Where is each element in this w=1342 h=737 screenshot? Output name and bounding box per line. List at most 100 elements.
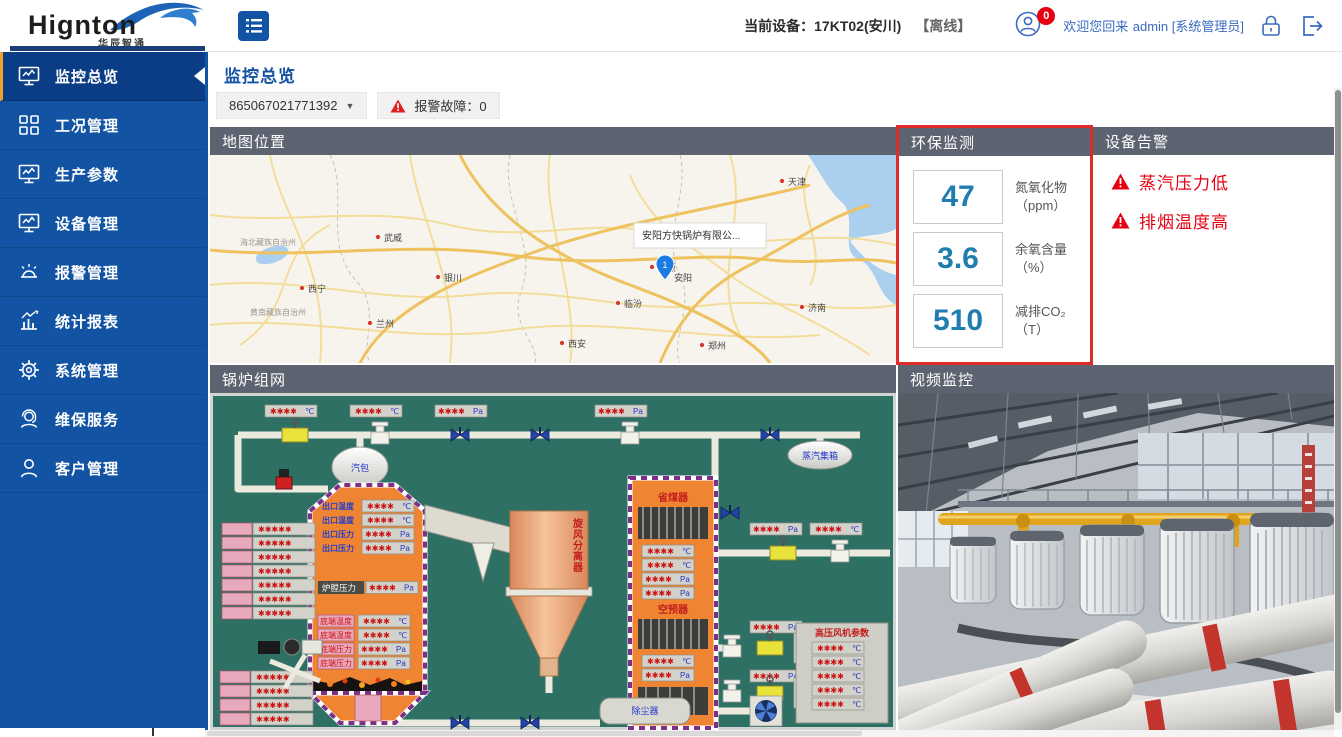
svg-text:济南: 济南 (808, 302, 826, 313)
dust-collector-label: 除尘器 (631, 705, 658, 716)
map-panel-header: 地图位置 (210, 127, 896, 155)
sidebar-item-label: 报警管理 (55, 262, 119, 283)
hamburger-icon (246, 19, 262, 33)
lock-icon[interactable] (1258, 13, 1284, 39)
metric-unit: （ppm） (1015, 197, 1067, 215)
monitor-chart-icon (17, 64, 41, 88)
furnace-pressure-label: 炉膛压力 (322, 583, 356, 593)
left-data-table (222, 523, 315, 619)
metric-unit: （%） (1015, 259, 1067, 277)
metric-name: 减排CO₂ (1015, 303, 1066, 321)
alarm-fault-label: 报警故障：0 (414, 96, 486, 115)
dust-collector: 除尘器 (600, 698, 690, 724)
text-caret-artifact (152, 728, 154, 736)
cyclone-label: 旋风分离器 (572, 517, 584, 574)
logged-in-user[interactable]: admin [系统管理员] (1133, 19, 1244, 34)
sidebar-item-customer-mgmt[interactable]: 客户管理 (0, 444, 205, 493)
svg-text:天津: 天津 (788, 177, 806, 187)
metric-name: 余氧含量 (1015, 241, 1067, 259)
air-preheater-label: 空预器 (658, 603, 689, 616)
sidebar-item-label: 监控总览 (55, 66, 119, 87)
alarm-text: 蒸汽压力低 (1139, 169, 1229, 194)
fan-table-title: 高压风机参数 (815, 627, 870, 638)
sidebar-item-statistics[interactable]: 统计报表 (0, 297, 205, 346)
notification-count-badge: 0 (1037, 7, 1055, 25)
metric-value: 510 (913, 294, 1003, 348)
furnace-row-label: 出口压力 (322, 543, 354, 553)
furnace-block: 出口温度 出口温度 出口压力 出口压力 炉膛压力 底端温度 (310, 485, 425, 723)
horizontal-scrollbar-thumb[interactable] (207, 731, 862, 736)
furnace-row-label: 底端温度 (320, 616, 352, 626)
env-monitor-panel: 环保监测 47 氮氧化物 （ppm） 3.6 余氧含量 （%） 510 减排CO… (896, 125, 1093, 365)
map-region-label: 黄南藏族自治州 (250, 307, 306, 317)
svg-text:安阳方快锅炉有限公...: 安阳方快锅炉有限公... (642, 229, 740, 242)
grid-icon (17, 113, 41, 137)
svg-text:1: 1 (662, 260, 667, 270)
sidebar-item-maintenance[interactable]: 维保服务 (0, 395, 205, 444)
factory-video-image (898, 393, 1338, 730)
active-item-arrow (194, 67, 205, 85)
vertical-scrollbar[interactable] (1334, 88, 1342, 730)
sidebar-item-production-params[interactable]: 生产参数 (0, 150, 205, 199)
alarm-item[interactable]: 排烟温度高 (1111, 208, 1338, 233)
sidebar-item-system-mgmt[interactable]: 系统管理 (0, 346, 205, 395)
main-content: 监控总览 865067021771392 ▼ 报警故障：0 地图位置 (205, 52, 1342, 730)
steam-header-label: 蒸汽集箱 (802, 450, 838, 461)
env-panel-header: 环保监测 (899, 128, 1090, 156)
logo-underline (10, 46, 205, 51)
sidebar-item-label: 生产参数 (55, 164, 119, 185)
economizer-label: 省煤器 (657, 491, 689, 504)
boiler-scada-image: ✱✱✱✱ ℃ ✱✱✱✱ Pa ✱✱✱✱✱ (210, 393, 896, 730)
svg-text:西安: 西安 (568, 338, 586, 349)
svg-text:兰州: 兰州 (376, 318, 394, 329)
steam-drum-label: 汽包 (351, 462, 369, 473)
map-tooltip[interactable]: 安阳方快锅炉有限公... (634, 223, 766, 248)
gear-icon (17, 358, 41, 382)
logout-icon[interactable] (1298, 13, 1324, 39)
sidebar-nav: 监控总览 工况管理 生产参数 设备管理 (0, 52, 205, 728)
horizontal-scrollbar[interactable] (205, 730, 1334, 737)
alarm-item[interactable]: 蒸汽压力低 (1111, 169, 1338, 194)
device-alarm-panel: 设备告警 蒸汽压力低 排烟温度高 (1093, 127, 1338, 363)
welcome-text: 欢迎您回来 (1063, 19, 1128, 34)
notification-button[interactable]: 0 (1015, 11, 1049, 41)
svg-text:西宁: 西宁 (308, 283, 326, 294)
warning-triangle-icon (1111, 173, 1130, 190)
sidebar-item-label: 系统管理 (55, 360, 119, 381)
warning-triangle-icon (390, 99, 406, 113)
map-region-label: 海北藏族自治州 (240, 237, 296, 247)
device-status: 【离线】 (915, 16, 971, 36)
video-feed[interactable] (898, 393, 1338, 730)
app-logo: Hignton 华辰智通 (10, 2, 205, 52)
sidebar-item-alarm-mgmt[interactable]: 报警管理 (0, 248, 205, 297)
device-select-dropdown[interactable]: 865067021771392 ▼ (216, 92, 367, 119)
sidebar-item-condition-mgmt[interactable]: 工况管理 (0, 101, 205, 150)
svg-text:郑州: 郑州 (708, 340, 726, 351)
sidebar-item-monitor-overview[interactable]: 监控总览 (0, 52, 205, 101)
furnace-row-label: 出口温度 (322, 501, 355, 511)
chevron-down-icon: ▼ (345, 101, 354, 111)
svg-text:武威: 武威 (384, 232, 402, 243)
alarm-fault-counter[interactable]: 报警故障：0 (377, 92, 499, 119)
furnace-row-label: 出口温度 (322, 515, 355, 525)
bar-chart-icon (17, 309, 41, 333)
boiler-panel-header: 锅炉组网 (210, 365, 896, 393)
sidebar-collapse-button[interactable] (238, 11, 269, 41)
vertical-scrollbar-thumb[interactable] (1335, 90, 1341, 713)
map-panel: 地图位置 (210, 127, 896, 363)
metric-oxygen: 3.6 余氧含量 （%） (913, 232, 1067, 286)
device-select-value: 865067021771392 (229, 98, 337, 113)
furnace-row-label: 出口压力 (322, 529, 354, 539)
alarm-panel-header: 设备告警 (1093, 127, 1338, 155)
alarm-siren-icon (17, 260, 41, 284)
metric-nox: 47 氮氧化物 （ppm） (913, 170, 1067, 224)
furnace-row-label: 底端压力 (320, 644, 352, 654)
map-canvas[interactable]: 海北藏族自治州 黄南藏族自治州 西宁 兰州 武威 银川 西安 太原 临汾 石家庄… (210, 155, 896, 363)
sidebar-item-label: 统计报表 (55, 311, 119, 332)
furnace-row-label: 底端压力 (320, 658, 352, 668)
boiler-diagram[interactable]: ✱✱✱✱ ℃ ✱✱✱✱ Pa ✱✱✱✱✱ (210, 393, 896, 730)
metric-value: 47 (913, 170, 1003, 224)
sidebar-item-label: 设备管理 (55, 213, 119, 234)
sidebar-item-device-mgmt[interactable]: 设备管理 (0, 199, 205, 248)
video-panel-header: 视频监控 (898, 365, 1338, 393)
